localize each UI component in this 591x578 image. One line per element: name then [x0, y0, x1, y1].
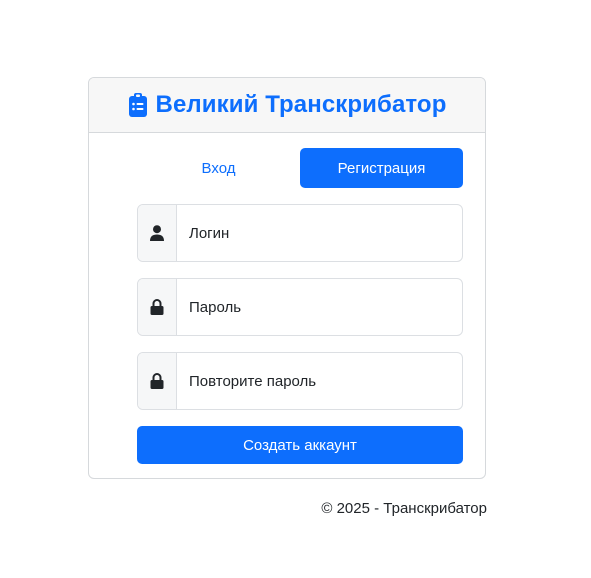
login-field	[137, 204, 463, 262]
tab-register[interactable]: Регистрация	[300, 148, 463, 188]
page-title: Великий Транскрибатор	[155, 91, 447, 118]
login-input[interactable]	[177, 205, 462, 261]
repeat-password-field	[137, 352, 463, 410]
password-field	[137, 278, 463, 336]
user-icon	[138, 205, 177, 261]
registration-card: Великий Транскрибатор Вход Регистрация Л…	[88, 77, 486, 479]
create-account-button[interactable]: Создать аккаунт	[137, 426, 463, 464]
card-header: Великий Транскрибатор	[89, 78, 485, 133]
password-input[interactable]	[177, 279, 462, 335]
footer-copyright: © 2025 - Транскрибатор	[321, 500, 487, 517]
clipboard-list-icon	[128, 93, 148, 117]
lock-icon	[138, 353, 177, 409]
lock-icon	[138, 279, 177, 335]
auth-tabs: Вход Регистрация	[137, 148, 463, 188]
repeat-password-input[interactable]	[177, 353, 462, 409]
tab-login[interactable]: Вход	[137, 148, 300, 188]
